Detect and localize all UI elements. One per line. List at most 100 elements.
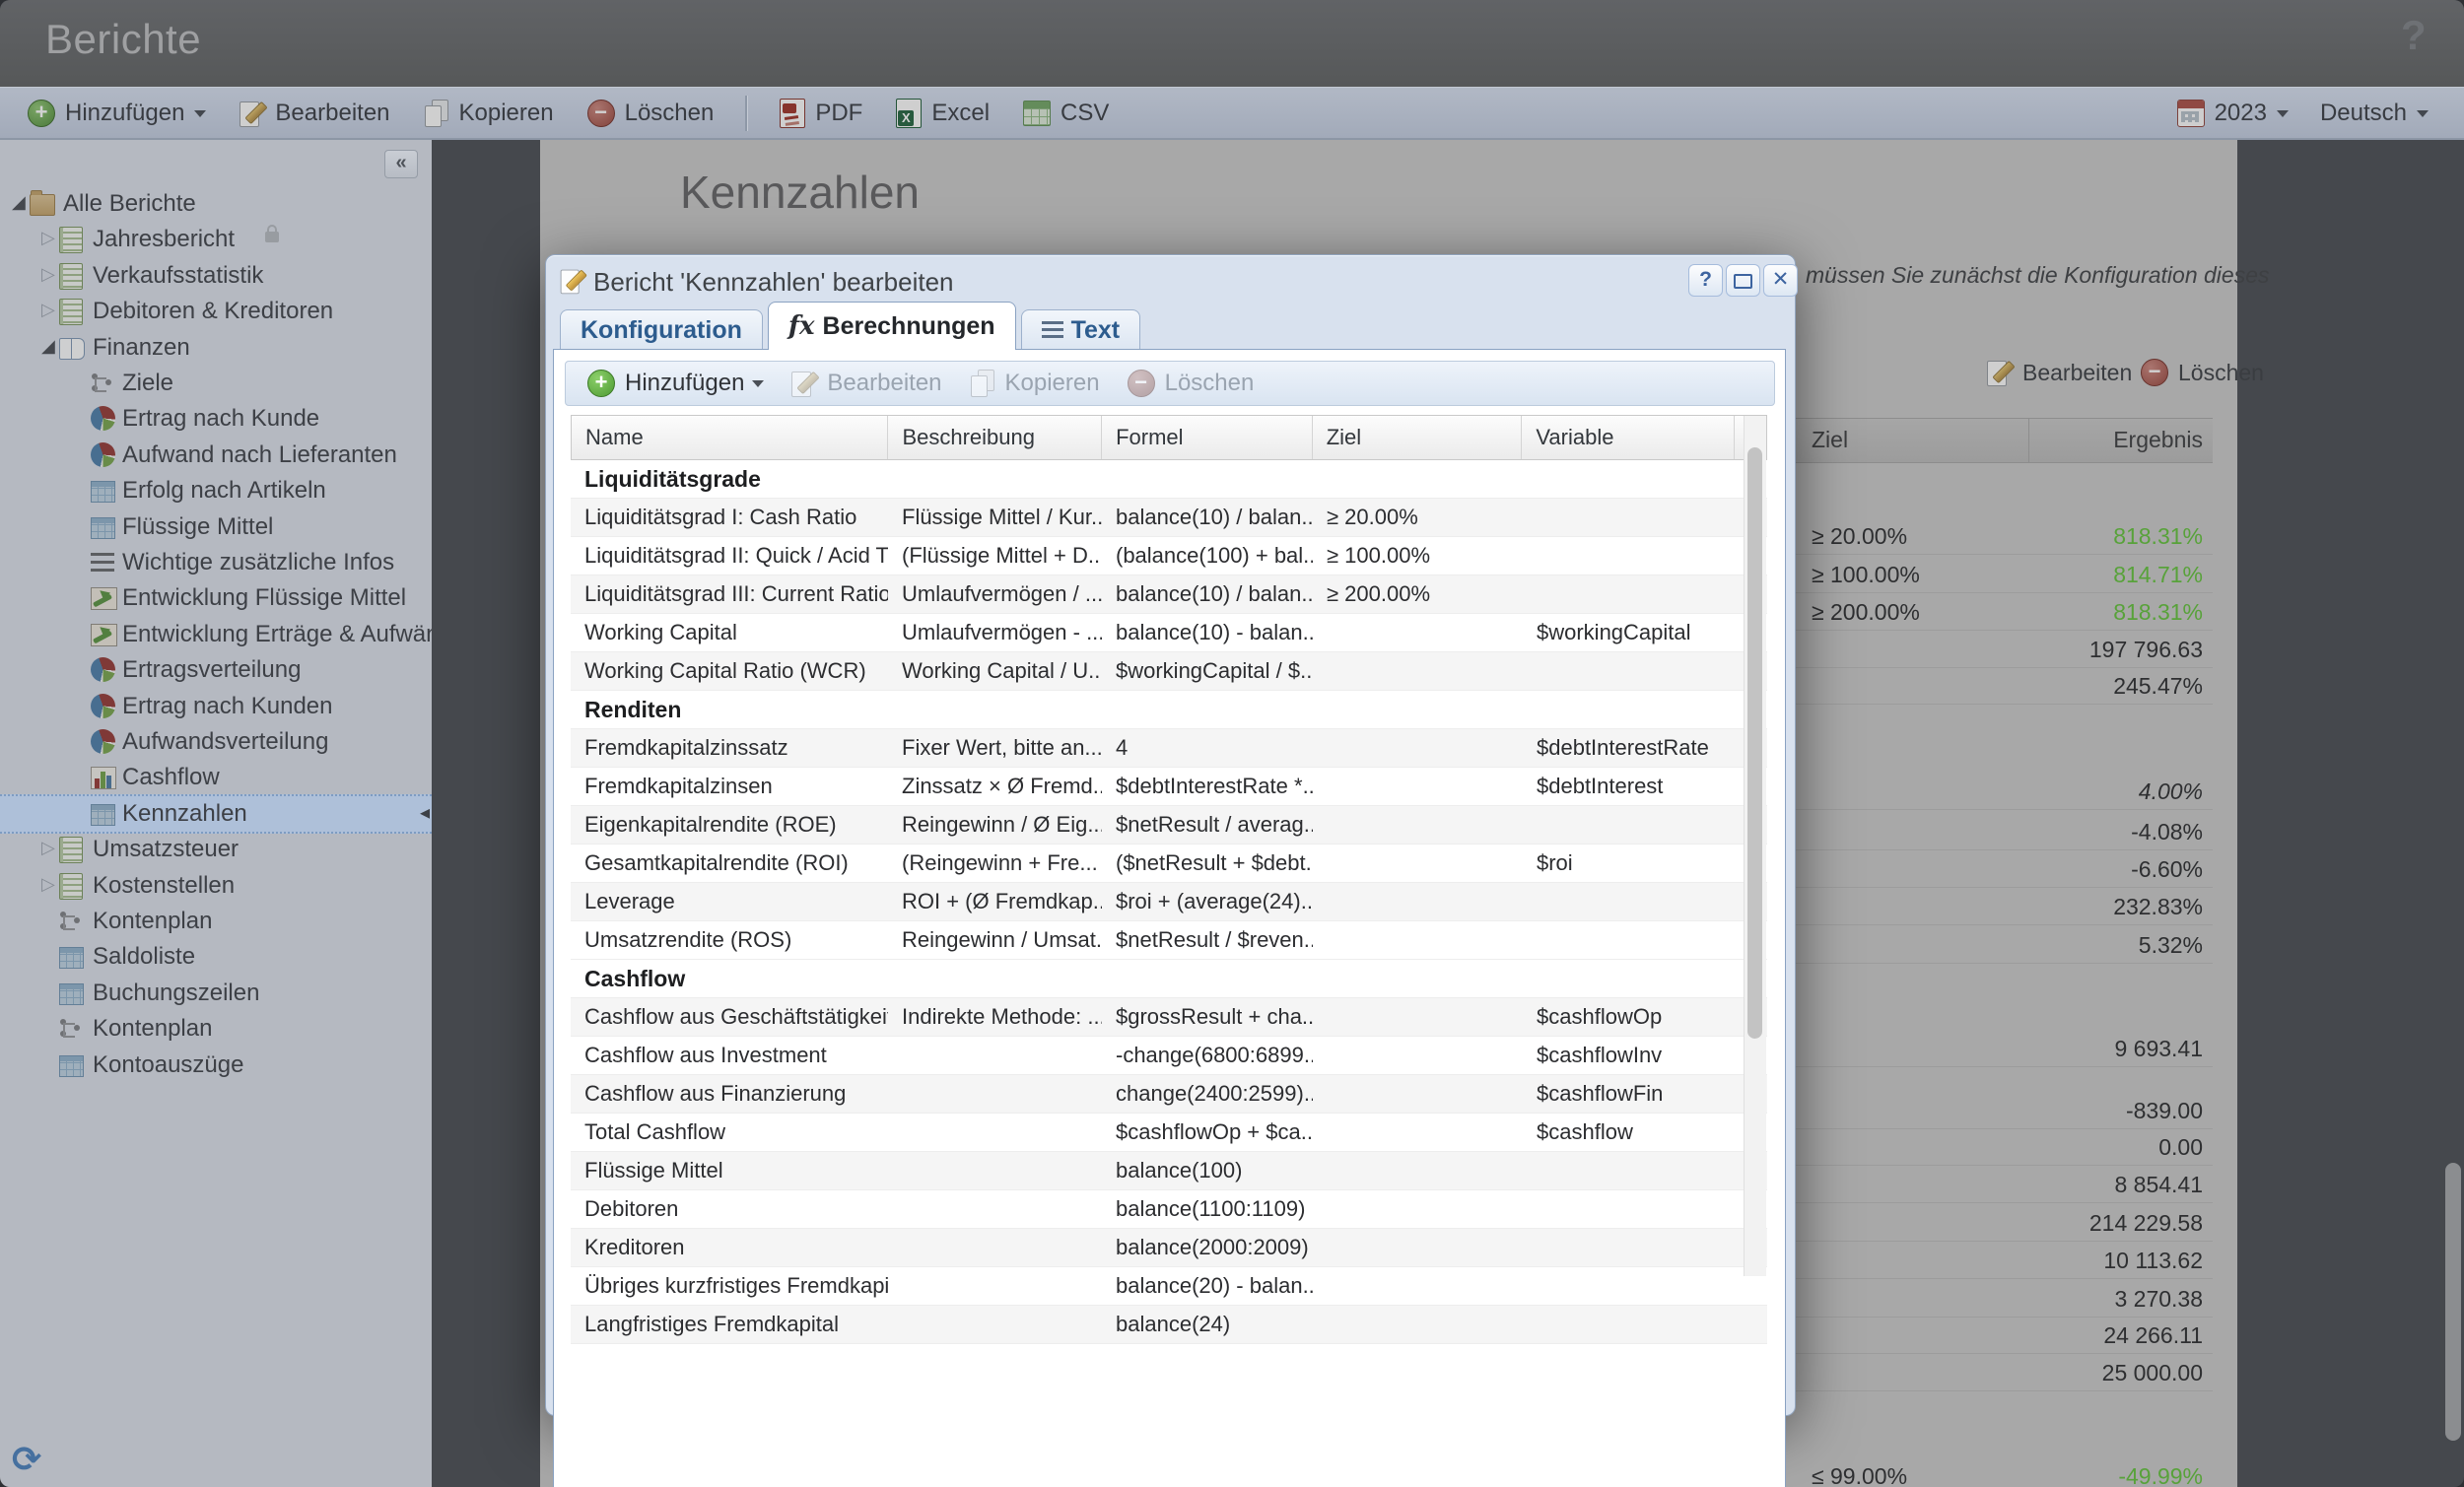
calc-row-working-capital[interactable]: Working CapitalUmlaufvermögen - ...balan…	[571, 614, 1767, 652]
calc-row-cashflow-aus-gesch-ftst-tigkeit[interactable]: Cashflow aus GeschäftstätigkeitIndirekte…	[571, 998, 1767, 1037]
section-row-cashflow[interactable]: Cashflow	[571, 960, 1767, 998]
sidebar-item-buchungszeilen[interactable]: Buchungszeilen	[0, 976, 432, 1011]
calc-row-eigenkapitalrendite-roe[interactable]: Eigenkapitalrendite (ROE)Reingewinn / Ø …	[571, 806, 1767, 845]
excel-export-button[interactable]: Excel	[886, 95, 999, 132]
calc-row-liquidit-tsgrad-ii-quick-acid-t[interactable]: Liquiditätsgrad II: Quick / Acid T...(Fl…	[571, 537, 1767, 575]
sidebar-item-cashflow[interactable]: Cashflow	[0, 760, 432, 795]
col-name[interactable]: Name	[572, 416, 888, 459]
csv-export-button[interactable]: CSV	[1013, 96, 1119, 131]
sidebar-item-jahresbericht[interactable]: ▷Jahresbericht	[0, 222, 432, 257]
calc-row-fl-ssige-mittel[interactable]: Flüssige Mittelbalance(100)	[571, 1152, 1767, 1190]
col-formel[interactable]: Formel	[1102, 416, 1313, 459]
table-scrollbar[interactable]	[1744, 416, 1766, 1276]
calc-edit-button[interactable]: Bearbeiten	[784, 370, 949, 397]
collapsed-caret-icon[interactable]: ▷	[41, 300, 55, 320]
sidebar-item-wichtige-zus-tzliche-infos[interactable]: Wichtige zusätzliche Infos	[0, 545, 432, 580]
table-scrollbar-thumb[interactable]	[1747, 447, 1762, 1039]
dialog-title: Bericht 'Kennzahlen' bearbeiten	[593, 267, 954, 298]
report-title: Kennzahlen	[680, 166, 920, 219]
sidebar-item-entwicklung-fl-ssige-mittel[interactable]: Entwicklung Flüssige Mittel	[0, 580, 432, 616]
sidebar-item-kontoausz-ge[interactable]: Kontoauszüge	[0, 1048, 432, 1083]
language-selector[interactable]: Deutsch	[2310, 96, 2438, 131]
collapsed-caret-icon[interactable]: ▷	[41, 264, 55, 285]
sidebar-item-umsatzsteuer[interactable]: ▷Umsatzsteuer	[0, 832, 432, 867]
report-delete-button[interactable]: − Löschen	[2141, 359, 2264, 386]
cell-formel: 4	[1102, 729, 1313, 767]
dialog-help-button[interactable]: ?	[1688, 264, 1723, 297]
sidebar-item-kennzahlen[interactable]: Kennzahlen	[0, 794, 432, 834]
cell-name: Gesamtkapitalrendite (ROI)	[571, 845, 888, 882]
cell-beschreibung: (Reingewinn + Fre...	[888, 845, 1102, 882]
sidebar-item-verkaufsstatistik[interactable]: ▷Verkaufsstatistik	[0, 258, 432, 294]
sidebar-item-ziele[interactable]: Ziele	[0, 366, 432, 401]
dialog-close-button[interactable]: ✕	[1763, 264, 1798, 297]
expanded-caret-icon[interactable]: ◢	[12, 192, 26, 213]
sidebar-item-debitoren-kreditoren[interactable]: ▷Debitoren & Kreditoren	[0, 294, 432, 329]
col-variable[interactable]: Variable	[1522, 416, 1735, 459]
sidebar-item-label: Entwicklung Flüssige Mittel	[122, 584, 406, 612]
calc-copy-button[interactable]: Kopieren	[962, 370, 1108, 397]
sidebar-item-erfolg-nach-artikeln[interactable]: Erfolg nach Artikeln	[0, 473, 432, 508]
year-selector[interactable]: 2023	[2167, 96, 2298, 131]
sidebar-item-label: Saldoliste	[93, 943, 195, 971]
pdf-export-button[interactable]: PDF	[770, 95, 872, 132]
calc-row-debitoren[interactable]: Debitorenbalance(1100:1109)	[571, 1190, 1767, 1229]
help-icon[interactable]: ?	[2401, 12, 2427, 59]
col-beschreibung[interactable]: Beschreibung	[888, 416, 1102, 459]
page-scrollbar-thumb[interactable]	[2445, 1163, 2461, 1441]
sidebar-item-kontenplan[interactable]: Kontenplan	[0, 1011, 432, 1047]
tab-text[interactable]: Text	[1021, 309, 1141, 350]
sidebar-item-finanzen[interactable]: ◢Finanzen	[0, 330, 432, 366]
col-ziel[interactable]: Ziel	[1313, 416, 1523, 459]
dialog-maximize-button[interactable]	[1726, 264, 1760, 297]
sidebar-item-kontenplan[interactable]: Kontenplan	[0, 904, 432, 939]
sidebar-item-alle-berichte[interactable]: ◢Alle Berichte	[0, 186, 432, 222]
expanded-caret-icon[interactable]: ◢	[41, 336, 55, 357]
collapsed-caret-icon[interactable]: ▷	[41, 228, 55, 248]
calc-row-kreditoren[interactable]: Kreditorenbalance(2000:2009)	[571, 1229, 1767, 1267]
delete-button[interactable]: − Löschen	[578, 96, 724, 131]
sidebar-item-ertrag-nach-kunde[interactable]: Ertrag nach Kunde	[0, 401, 432, 437]
sidebar-collapse-button[interactable]: «	[384, 150, 418, 178]
tab-berechnungen[interactable]: fx Berechnungen	[768, 302, 1016, 350]
ergebnis-value: -49.99%	[2118, 1463, 2203, 1487]
sidebar-item-aufwand-nach-lieferanten[interactable]: Aufwand nach Lieferanten	[0, 438, 432, 473]
collapsed-caret-icon[interactable]: ▷	[41, 838, 55, 858]
calc-row-gesamtkapitalrendite-roi[interactable]: Gesamtkapitalrendite (ROI)(Reingewinn + …	[571, 845, 1767, 883]
calc-row-fremdkapitalzinsen[interactable]: FremdkapitalzinsenZinssatz × Ø Fremd...$…	[571, 768, 1767, 806]
calc-row-working-capital-ratio-wcr[interactable]: Working Capital Ratio (WCR)Working Capit…	[571, 652, 1767, 691]
sidebar-item-label: Ziele	[122, 370, 173, 397]
collapsed-caret-icon[interactable]: ▷	[41, 874, 55, 895]
sidebar-item-entwicklung-ertr-ge-aufw-nde[interactable]: Entwicklung Erträge & Aufwände	[0, 617, 432, 652]
section-row-liquidit-tsgrade[interactable]: Liquiditätsgrade	[571, 460, 1767, 499]
calc-row-fremdkapitalzinssatz[interactable]: FremdkapitalzinssatzFixer Wert, bitte an…	[571, 729, 1767, 768]
calc-row-leverage[interactable]: LeverageROI + (Ø Fremdkap...$roi + (aver…	[571, 883, 1767, 921]
sidebar-item-aufwandsverteilung[interactable]: Aufwandsverteilung	[0, 724, 432, 760]
add-button[interactable]: + Hinzufügen	[18, 96, 216, 131]
calc-row-cashflow-aus-investment[interactable]: Cashflow aus Investment-change(6800:6899…	[571, 1037, 1767, 1075]
calc-row-briges-kurzfristiges-fremdkapital[interactable]: Übriges kurzfristiges Fremdkapitalbalanc…	[571, 1267, 1767, 1306]
refresh-icon[interactable]: ⟳	[12, 1439, 41, 1480]
sidebar-item-fl-ssige-mittel[interactable]: Flüssige Mittel	[0, 509, 432, 545]
calc-row-total-cashflow[interactable]: Total Cashflow$cashflowOp + $ca...$cashf…	[571, 1114, 1767, 1152]
section-row-renditen[interactable]: Renditen	[571, 691, 1767, 729]
calc-row-langfristiges-fremdkapital[interactable]: Langfristiges Fremdkapitalbalance(24)	[571, 1306, 1767, 1344]
sidebar-item-kostenstellen[interactable]: ▷Kostenstellen	[0, 868, 432, 904]
sidebar-item-ertrag-nach-kunden[interactable]: Ertrag nach Kunden	[0, 689, 432, 724]
calc-row-umsatzrendite-ros[interactable]: Umsatzrendite (ROS)Reingewinn / Umsat...…	[571, 921, 1767, 960]
sidebar-item-ertragsverteilung[interactable]: Ertragsverteilung	[0, 652, 432, 688]
edit-button[interactable]: Bearbeiten	[230, 96, 399, 131]
calc-delete-button[interactable]: − Löschen	[1120, 370, 1263, 397]
pencil-icon	[791, 370, 817, 397]
calc-row-cashflow-aus-finanzierung[interactable]: Cashflow aus Finanzierungchange(2400:259…	[571, 1075, 1767, 1114]
cell-ziel	[1313, 1152, 1523, 1189]
tab-konfiguration[interactable]: Konfiguration	[560, 309, 763, 350]
copy-button[interactable]: Kopieren	[414, 96, 564, 131]
cell-beschreibung: Reingewinn / Umsat...	[888, 921, 1102, 959]
calc-add-button[interactable]: + Hinzufügen	[580, 370, 772, 397]
calc-row-liquidit-tsgrad-i-cash-ratio[interactable]: Liquiditätsgrad I: Cash RatioFlüssige Mi…	[571, 499, 1767, 537]
folder-icon	[30, 194, 55, 216]
report-edit-button[interactable]: Bearbeiten	[1987, 359, 2132, 386]
calc-row-liquidit-tsgrad-iii-current-ratio[interactable]: Liquiditätsgrad III: Current RatioUmlauf…	[571, 575, 1767, 614]
sidebar-item-saldoliste[interactable]: Saldoliste	[0, 939, 432, 975]
